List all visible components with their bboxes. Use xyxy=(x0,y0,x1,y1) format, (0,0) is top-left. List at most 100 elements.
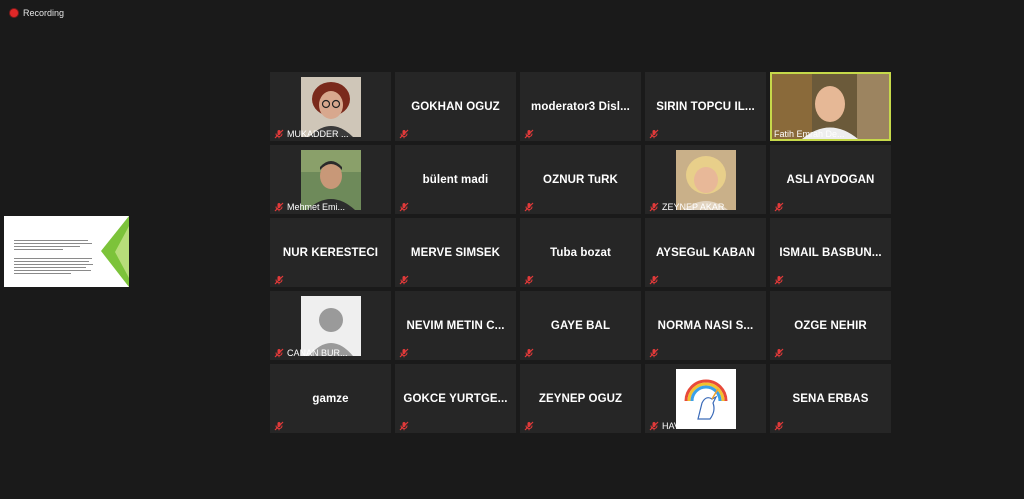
participant-tile[interactable]: OZGE NEHIR xyxy=(770,291,891,360)
participant-tile[interactable]: OZNUR TuRK xyxy=(520,145,641,214)
muted-mic-icon xyxy=(774,348,784,358)
muted-mic-icon xyxy=(399,129,409,139)
muted-mic-icon xyxy=(274,348,284,358)
participant-status xyxy=(524,348,534,358)
participant-status xyxy=(524,129,534,139)
participant-status xyxy=(524,202,534,212)
participant-status xyxy=(399,275,409,285)
muted-mic-icon xyxy=(524,275,534,285)
participant-name: Mehmet Emi... xyxy=(287,202,346,212)
recording-indicator[interactable]: Recording xyxy=(10,8,64,18)
muted-mic-icon xyxy=(399,348,409,358)
participant-name: GOKCE YURTGE... xyxy=(403,392,508,405)
muted-mic-icon xyxy=(524,202,534,212)
muted-mic-icon xyxy=(399,421,409,431)
participant-tile[interactable]: Mehmet Emi... xyxy=(270,145,391,214)
muted-mic-icon xyxy=(649,275,659,285)
muted-mic-icon xyxy=(399,202,409,212)
participant-name: moderator3 Disl... xyxy=(531,100,630,113)
participant-tile[interactable]: CANAN BUR... xyxy=(270,291,391,360)
participant-tile[interactable]: SENA ERBAS xyxy=(770,364,891,433)
muted-mic-icon xyxy=(649,421,659,431)
muted-mic-icon xyxy=(399,275,409,285)
participant-name: NEVIM METIN C... xyxy=(406,319,505,332)
participant-status xyxy=(524,275,534,285)
participant-tile[interactable]: Fatih Emrah De... xyxy=(770,72,891,141)
participant-tile[interactable]: ZEYNEP OGUZ xyxy=(520,364,641,433)
muted-mic-icon xyxy=(274,421,284,431)
participant-photo xyxy=(300,296,361,356)
participant-name-label: Fatih Emrah De... xyxy=(774,129,845,139)
participant-name: SIRIN TOPCU IL... xyxy=(656,100,755,113)
participant-tile[interactable]: AYSEGuL KABAN xyxy=(645,218,766,287)
participant-name: ASLI AYDOGAN xyxy=(786,173,875,186)
muted-mic-icon xyxy=(774,421,784,431)
participant-name: CANAN BUR... xyxy=(287,348,348,358)
participant-tile[interactable]: NUR KERESTECI xyxy=(270,218,391,287)
participant-status xyxy=(274,275,284,285)
participant-tile[interactable]: Tuba bozat xyxy=(520,218,641,287)
shared-screen-thumbnail[interactable] xyxy=(4,216,129,287)
participant-gallery: MUKADDER ... GOKHAN OGUZ moderator3 Disl..… xyxy=(270,72,891,433)
participant-name-label: MUKADDER ... xyxy=(274,129,349,139)
participant-tile[interactable]: bülent madi xyxy=(395,145,516,214)
participant-name: ZEYNEP AKAR xyxy=(662,202,725,212)
participant-status xyxy=(649,275,659,285)
participant-tile[interactable]: HAVVA NARS... xyxy=(645,364,766,433)
participant-photo xyxy=(675,150,736,210)
participant-name: HAVVA NARS... xyxy=(662,421,726,431)
participant-tile[interactable]: NEVIM METIN C... xyxy=(395,291,516,360)
participant-status xyxy=(399,348,409,358)
participant-tile[interactable]: MERVE SIMSEK xyxy=(395,218,516,287)
participant-tile[interactable]: gamze xyxy=(270,364,391,433)
participant-name: Fatih Emrah De... xyxy=(774,129,845,139)
participant-tile[interactable]: ISMAIL BASBUN... xyxy=(770,218,891,287)
participant-tile[interactable]: NORMA NASI S... xyxy=(645,291,766,360)
participant-tile[interactable]: MUKADDER ... xyxy=(270,72,391,141)
participant-photo xyxy=(300,150,361,210)
recording-label: Recording xyxy=(23,8,65,18)
muted-mic-icon xyxy=(649,202,659,212)
participant-status xyxy=(524,421,534,431)
participant-name: OZGE NEHIR xyxy=(794,319,867,332)
participant-name: GOKHAN OGUZ xyxy=(411,100,500,113)
participant-status xyxy=(774,348,784,358)
participant-tile[interactable]: GOKCE YURTGE... xyxy=(395,364,516,433)
participant-status xyxy=(774,275,784,285)
participant-name: MERVE SIMSEK xyxy=(410,246,501,259)
recording-icon xyxy=(10,9,18,17)
participant-status xyxy=(774,421,784,431)
muted-mic-icon xyxy=(274,275,284,285)
participant-name: MUKADDER ... xyxy=(287,129,349,139)
participant-name: ISMAIL BASBUN... xyxy=(779,246,882,259)
participant-photo xyxy=(675,369,736,429)
participant-name: gamze xyxy=(312,392,349,405)
slide-text-lines xyxy=(14,238,96,276)
muted-mic-icon xyxy=(649,348,659,358)
participant-tile[interactable]: GAYE BAL xyxy=(520,291,641,360)
participant-status xyxy=(399,421,409,431)
slide-decoration-light xyxy=(115,226,129,278)
participant-name: bülent madi xyxy=(422,173,489,186)
participant-name: NORMA NASI S... xyxy=(657,319,754,332)
participant-name: GAYE BAL xyxy=(550,319,611,332)
participant-tile[interactable]: moderator3 Disl... xyxy=(520,72,641,141)
participant-tile[interactable]: SIRIN TOPCU IL... xyxy=(645,72,766,141)
muted-mic-icon xyxy=(649,129,659,139)
participant-name-label: ZEYNEP AKAR xyxy=(649,202,724,212)
participant-tile[interactable]: ASLI AYDOGAN xyxy=(770,145,891,214)
participant-name: ZEYNEP OGUZ xyxy=(538,392,623,405)
participant-name-label: HAVVA NARS... xyxy=(649,421,726,431)
participant-name-label: Mehmet Emi... xyxy=(274,202,345,212)
participant-status xyxy=(774,202,784,212)
muted-mic-icon xyxy=(774,275,784,285)
participant-tile[interactable]: GOKHAN OGUZ xyxy=(395,72,516,141)
muted-mic-icon xyxy=(524,348,534,358)
muted-mic-icon xyxy=(774,202,784,212)
muted-mic-icon xyxy=(274,129,284,139)
participant-name: AYSEGuL KABAN xyxy=(655,246,756,259)
participant-status xyxy=(274,421,284,431)
participant-tile[interactable]: ZEYNEP AKAR xyxy=(645,145,766,214)
muted-mic-icon xyxy=(524,421,534,431)
participant-name: SENA ERBAS xyxy=(792,392,869,405)
